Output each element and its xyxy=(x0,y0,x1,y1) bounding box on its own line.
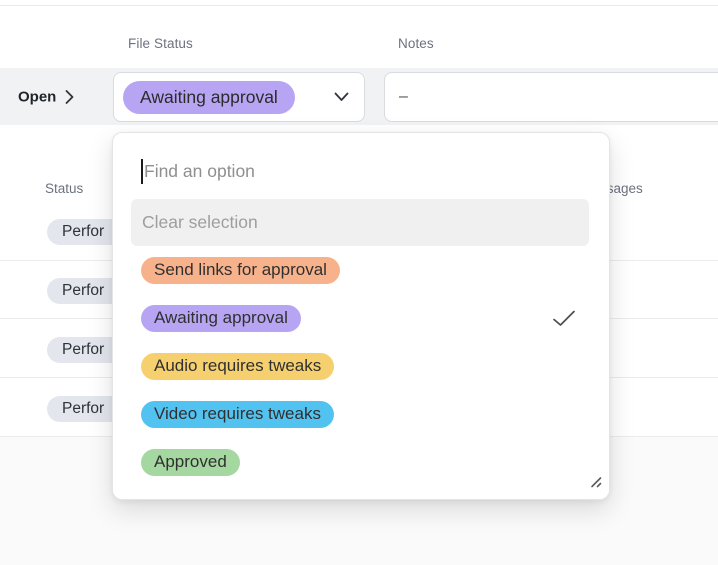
top-divider xyxy=(0,5,718,6)
open-record-label: Open xyxy=(18,88,56,105)
file-status-value-pill: Awaiting approval xyxy=(123,81,295,114)
option-pill: Awaiting approval xyxy=(141,305,301,332)
column-header-notes: Notes xyxy=(398,36,434,51)
chevron-right-icon xyxy=(65,89,74,104)
notes-field[interactable]: – xyxy=(384,72,718,122)
open-record-button[interactable]: Open xyxy=(18,88,74,105)
option-send-links-for-approval[interactable]: Send links for approval xyxy=(113,246,609,294)
file-status-select-field[interactable]: Awaiting approval xyxy=(113,72,365,122)
expanded-record-row: Open Awaiting approval – xyxy=(0,68,718,125)
notes-empty-value: – xyxy=(399,88,408,106)
resize-handle-icon[interactable] xyxy=(588,474,602,493)
option-approved[interactable]: Approved xyxy=(113,438,609,486)
clear-selection-label: Clear selection xyxy=(142,212,258,233)
option-pill: Approved xyxy=(141,449,240,476)
option-video-requires-tweaks[interactable]: Video requires tweaks xyxy=(113,390,609,438)
option-awaiting-approval[interactable]: Awaiting approval xyxy=(113,294,609,342)
clear-selection-option[interactable]: Clear selection xyxy=(131,199,589,246)
file-status-dropdown: Find an option Clear selection Send link… xyxy=(112,132,610,500)
option-pill: Video requires tweaks xyxy=(141,401,334,428)
options-list: Send links for approval Awaiting approva… xyxy=(113,246,609,486)
table-header-status: Status xyxy=(45,181,83,196)
chevron-down-icon[interactable] xyxy=(334,92,349,102)
search-placeholder: Find an option xyxy=(144,161,255,182)
column-header-file-status: File Status xyxy=(128,36,193,51)
option-audio-requires-tweaks[interactable]: Audio requires tweaks xyxy=(113,342,609,390)
option-search-input[interactable]: Find an option xyxy=(113,133,609,199)
record-detail-view: File Status Notes Open Awaiting approval… xyxy=(0,0,718,565)
text-caret xyxy=(141,159,143,184)
option-pill: Send links for approval xyxy=(141,257,340,284)
option-pill: Audio requires tweaks xyxy=(141,353,334,380)
checkmark-icon xyxy=(552,310,576,327)
